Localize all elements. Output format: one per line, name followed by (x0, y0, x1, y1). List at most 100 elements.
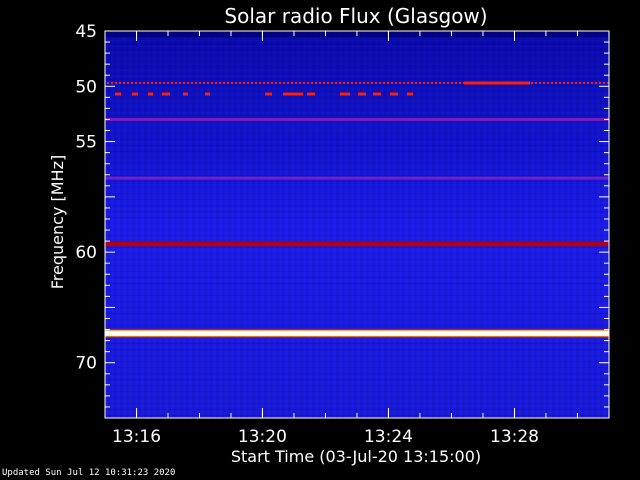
band-mark (535, 81, 537, 84)
band-mark (587, 81, 589, 84)
band-mark (583, 81, 585, 84)
y-tick-label: 55 (75, 133, 97, 153)
band-mark (464, 81, 530, 85)
band-mark (375, 81, 377, 84)
band-mark (132, 92, 138, 96)
x-tick-label: 13:24 (364, 427, 413, 447)
band-mark (443, 81, 445, 84)
band-mark (265, 92, 272, 96)
band-mark (283, 81, 285, 84)
band-mark (105, 331, 609, 335)
band-mark (319, 81, 321, 84)
band-mark (123, 81, 125, 84)
band-mark (203, 81, 205, 84)
band-mark (399, 81, 401, 84)
band-mark (579, 81, 581, 84)
y-axis-label: Frequency [MHz] (48, 155, 67, 289)
y-tick-label: 60 (75, 243, 97, 263)
band-mark (105, 117, 609, 121)
chart-title: Solar radio Flux (Glasgow) (224, 4, 487, 28)
band-mark (239, 81, 241, 84)
band-mark (359, 81, 361, 84)
band-mark (575, 81, 577, 84)
band-mark (179, 81, 181, 84)
band-mark (531, 81, 533, 84)
band-mark (595, 81, 597, 84)
band-mark (199, 81, 201, 84)
band-mark (105, 176, 609, 180)
band-mark (235, 81, 237, 84)
band-mark (251, 81, 253, 84)
spectrogram-texture (105, 31, 609, 418)
band-mark (335, 81, 337, 84)
band-mark (447, 81, 449, 84)
band-mark (267, 81, 269, 84)
band-mark (295, 81, 297, 84)
band-mark (343, 81, 345, 84)
band-mark (419, 81, 421, 84)
band-mark (411, 81, 413, 84)
band-mark (223, 81, 225, 84)
band-mark (547, 81, 549, 84)
band-mark (215, 81, 217, 84)
y-tick-label: 70 (75, 354, 97, 374)
band-mark (247, 81, 249, 84)
band-mark (283, 92, 303, 96)
band-mark (259, 81, 261, 84)
band-mark (311, 81, 313, 84)
band-mark (559, 81, 561, 84)
band-mark (299, 81, 301, 84)
band-mark (373, 92, 381, 96)
band-mark (367, 81, 369, 84)
band-mark (211, 81, 213, 84)
band-mark (543, 81, 545, 84)
band-mark (227, 81, 229, 84)
band-mark (323, 81, 325, 84)
band-mark (303, 81, 305, 84)
band-mark (167, 81, 169, 84)
band-mark (340, 92, 350, 96)
band-mark (115, 92, 121, 96)
band-mark (599, 81, 601, 84)
band-mark (403, 81, 405, 84)
band-mark (347, 81, 349, 84)
band-mark (358, 92, 366, 96)
band-mark (379, 81, 381, 84)
band-mark (191, 81, 193, 84)
band-mark (355, 81, 357, 84)
band-mark (243, 81, 245, 84)
band-mark (231, 81, 233, 84)
band-mark (307, 92, 315, 96)
band-mark (279, 81, 281, 84)
band-mark (383, 81, 385, 84)
band-mark (455, 81, 457, 84)
band-mark (291, 81, 293, 84)
band-mark (431, 81, 433, 84)
band-mark (391, 81, 393, 84)
band-mark (175, 81, 177, 84)
band-mark (159, 81, 161, 84)
band-mark (339, 81, 341, 84)
x-tick-label: 13:28 (490, 427, 539, 447)
band-mark (127, 81, 129, 84)
band-mark (415, 81, 417, 84)
band-mark (183, 92, 188, 96)
band-mark (163, 81, 165, 84)
band-mark (363, 81, 365, 84)
band-mark (459, 81, 461, 84)
band-mark (171, 81, 173, 84)
band-mark (287, 81, 289, 84)
band-mark (183, 81, 185, 84)
band-mark (131, 81, 133, 84)
band-mark (591, 81, 593, 84)
plot-area (105, 31, 609, 418)
band-mark (115, 81, 117, 84)
band-mark (207, 81, 209, 84)
band-mark (435, 81, 437, 84)
band-mark (151, 81, 153, 84)
band-mark (551, 81, 553, 84)
band-mark (603, 81, 605, 84)
band-mark (255, 81, 257, 84)
band-mark (427, 81, 429, 84)
band-mark (327, 81, 329, 84)
